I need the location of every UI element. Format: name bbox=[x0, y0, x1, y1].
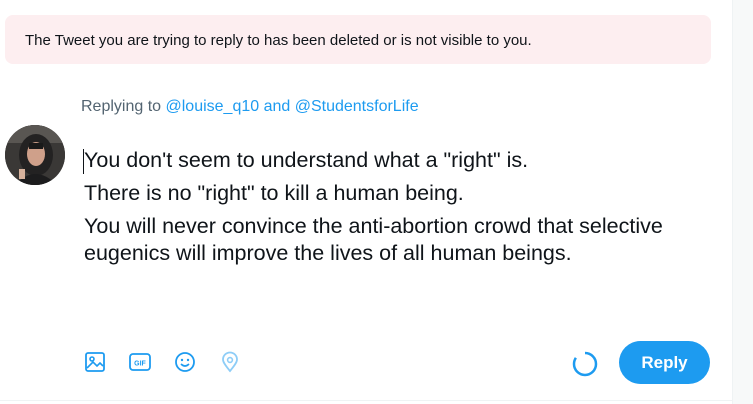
tweet-compose-text[interactable]: You don't seem to understand what a "rig… bbox=[84, 147, 694, 273]
replying-prefix: Replying to bbox=[81, 98, 166, 115]
scroll-gutter bbox=[732, 0, 753, 404]
gif-icon[interactable]: GIF bbox=[127, 349, 153, 375]
deleted-tweet-notice: The Tweet you are trying to reply to has… bbox=[5, 15, 711, 64]
emoji-icon[interactable] bbox=[172, 349, 198, 375]
compose-toolbar: GIF bbox=[82, 349, 262, 375]
replying-to-line: Replying to @louise_q10 and @Studentsfor… bbox=[81, 98, 419, 116]
tweet-line: You don't seem to understand what a "rig… bbox=[84, 148, 529, 172]
tweet-line: There is no "right" to kill a human bein… bbox=[84, 181, 464, 205]
gif-label: GIF bbox=[134, 361, 146, 368]
image-icon[interactable] bbox=[82, 349, 108, 375]
divider bbox=[0, 400, 733, 401]
tweet-line: You will never convince the anti-abortio… bbox=[84, 214, 663, 265]
reply-handles-link[interactable]: @louise_q10 and @StudentsforLife bbox=[166, 98, 419, 115]
reply-button[interactable]: Reply bbox=[619, 341, 710, 384]
location-icon[interactable] bbox=[217, 349, 243, 375]
character-count-progress bbox=[570, 349, 600, 379]
avatar[interactable] bbox=[5, 125, 65, 185]
notice-text: The Tweet you are trying to reply to has… bbox=[25, 32, 532, 49]
